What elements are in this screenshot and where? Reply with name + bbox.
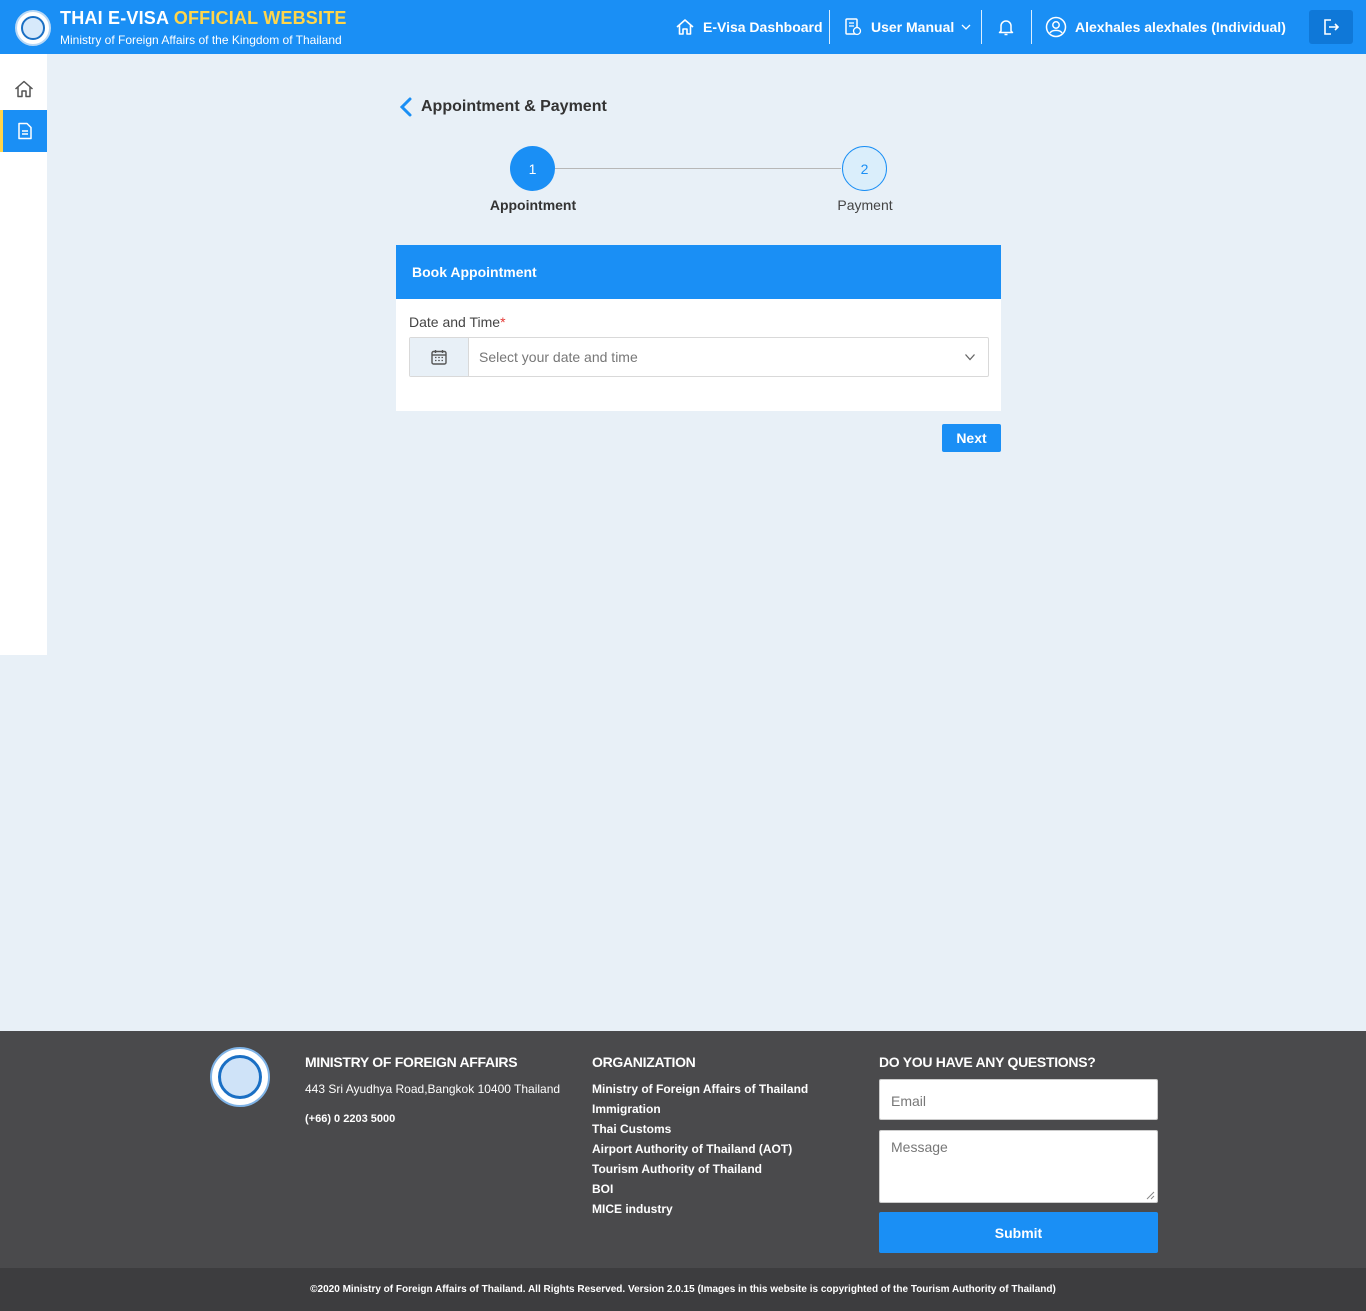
copyright-bar: ©2020 Ministry of Foreign Affairs of Tha… [0,1268,1366,1311]
chevron-down-icon [961,24,971,30]
organization-links: Ministry of Foreign Affairs of Thailand … [592,1082,808,1222]
site-subtitle: Ministry of Foreign Affairs of the Kingd… [60,33,342,47]
document-icon [18,122,32,140]
book-appointment-card: Book Appointment Date and Time* Select y… [396,245,1001,411]
message-placeholder: Message [891,1139,948,1155]
step-2-label: Payment [837,197,893,213]
questions-heading: DO YOU HAVE ANY QUESTIONS? [879,1054,1096,1070]
nav-user-manual[interactable]: User Manual [843,0,972,54]
date-time-label-text: Date and Time [409,314,501,330]
logout-icon [1324,19,1340,35]
nav-divider [981,10,982,44]
back-chevron-icon[interactable] [399,96,413,118]
org-link[interactable]: MICE industry [592,1202,808,1222]
calendar-icon[interactable] [410,338,469,376]
nav-divider [829,10,830,44]
user-profile-menu[interactable]: Alexhales alexhales (Individual) [1045,0,1286,54]
logout-button[interactable] [1309,10,1353,44]
ministry-address: 443 Sri Ayudhya Road,Bangkok 10400 Thail… [305,1082,561,1096]
page-title: Appointment & Payment [421,98,607,115]
org-link[interactable]: Tourism Authority of Thailand [592,1162,808,1182]
step-1-circle: 1 [510,146,555,191]
org-link[interactable]: BOI [592,1182,808,1202]
resize-handle-icon[interactable] [1146,1191,1155,1200]
org-link[interactable]: Airport Authority of Thailand (AOT) [592,1142,808,1162]
notifications-button[interactable] [996,0,1024,54]
sidebar-item-home[interactable] [0,68,47,110]
date-time-placeholder: Select your date and time [479,349,638,365]
nav-evisa-dashboard[interactable]: E-Visa Dashboard [675,0,823,54]
nav-divider [1031,10,1032,44]
step-1-label: Appointment [489,197,577,213]
step-2-circle: 2 [842,146,887,191]
org-link[interactable]: Immigration [592,1102,808,1122]
organization-heading: ORGANIZATION [592,1054,696,1070]
nav-manual-label: User Manual [871,19,955,35]
required-mark: * [500,314,506,330]
top-header: THAI E-VISA OFFICIAL WEBSITE Ministry of… [0,0,1366,54]
date-time-label: Date and Time* [409,314,506,330]
card-title: Book Appointment [396,245,1001,299]
ministry-phone: (+66) 0 2203 5000 [305,1113,396,1125]
message-field[interactable]: Message [879,1130,1158,1203]
bell-icon [998,20,1014,36]
left-sidebar [0,54,47,655]
nav-dashboard-label: E-Visa Dashboard [703,19,823,35]
date-time-picker[interactable]: Select your date and time [409,337,989,377]
next-button[interactable]: Next [942,424,1001,452]
user-circle-icon [1045,16,1067,38]
org-link[interactable]: Thai Customs [592,1122,808,1142]
stepper-connector [555,168,841,169]
user-name: Alexhales alexhales (Individual) [1075,19,1286,35]
ministry-seal-logo [15,10,51,46]
submit-button[interactable]: Submit [879,1212,1158,1253]
email-field[interactable]: Email [879,1079,1158,1120]
manual-icon [845,18,862,36]
ministry-seal-logo [210,1047,270,1107]
home-icon [14,80,33,98]
page-header: Appointment & Payment [399,96,607,118]
ministry-heading: MINISTRY OF FOREIGN AFFAIRS [305,1054,518,1070]
site-title[interactable]: THAI E-VISA OFFICIAL WEBSITE [60,8,347,29]
home-icon [676,19,694,35]
chevron-down-icon [965,354,975,361]
site-title-highlight: OFFICIAL WEBSITE [173,8,347,28]
sidebar-item-application[interactable] [0,110,47,152]
site-footer: MINISTRY OF FOREIGN AFFAIRS 443 Sri Ayud… [0,1031,1366,1268]
org-link[interactable]: Ministry of Foreign Affairs of Thailand [592,1082,808,1102]
site-title-main: THAI E-VISA [60,8,174,28]
